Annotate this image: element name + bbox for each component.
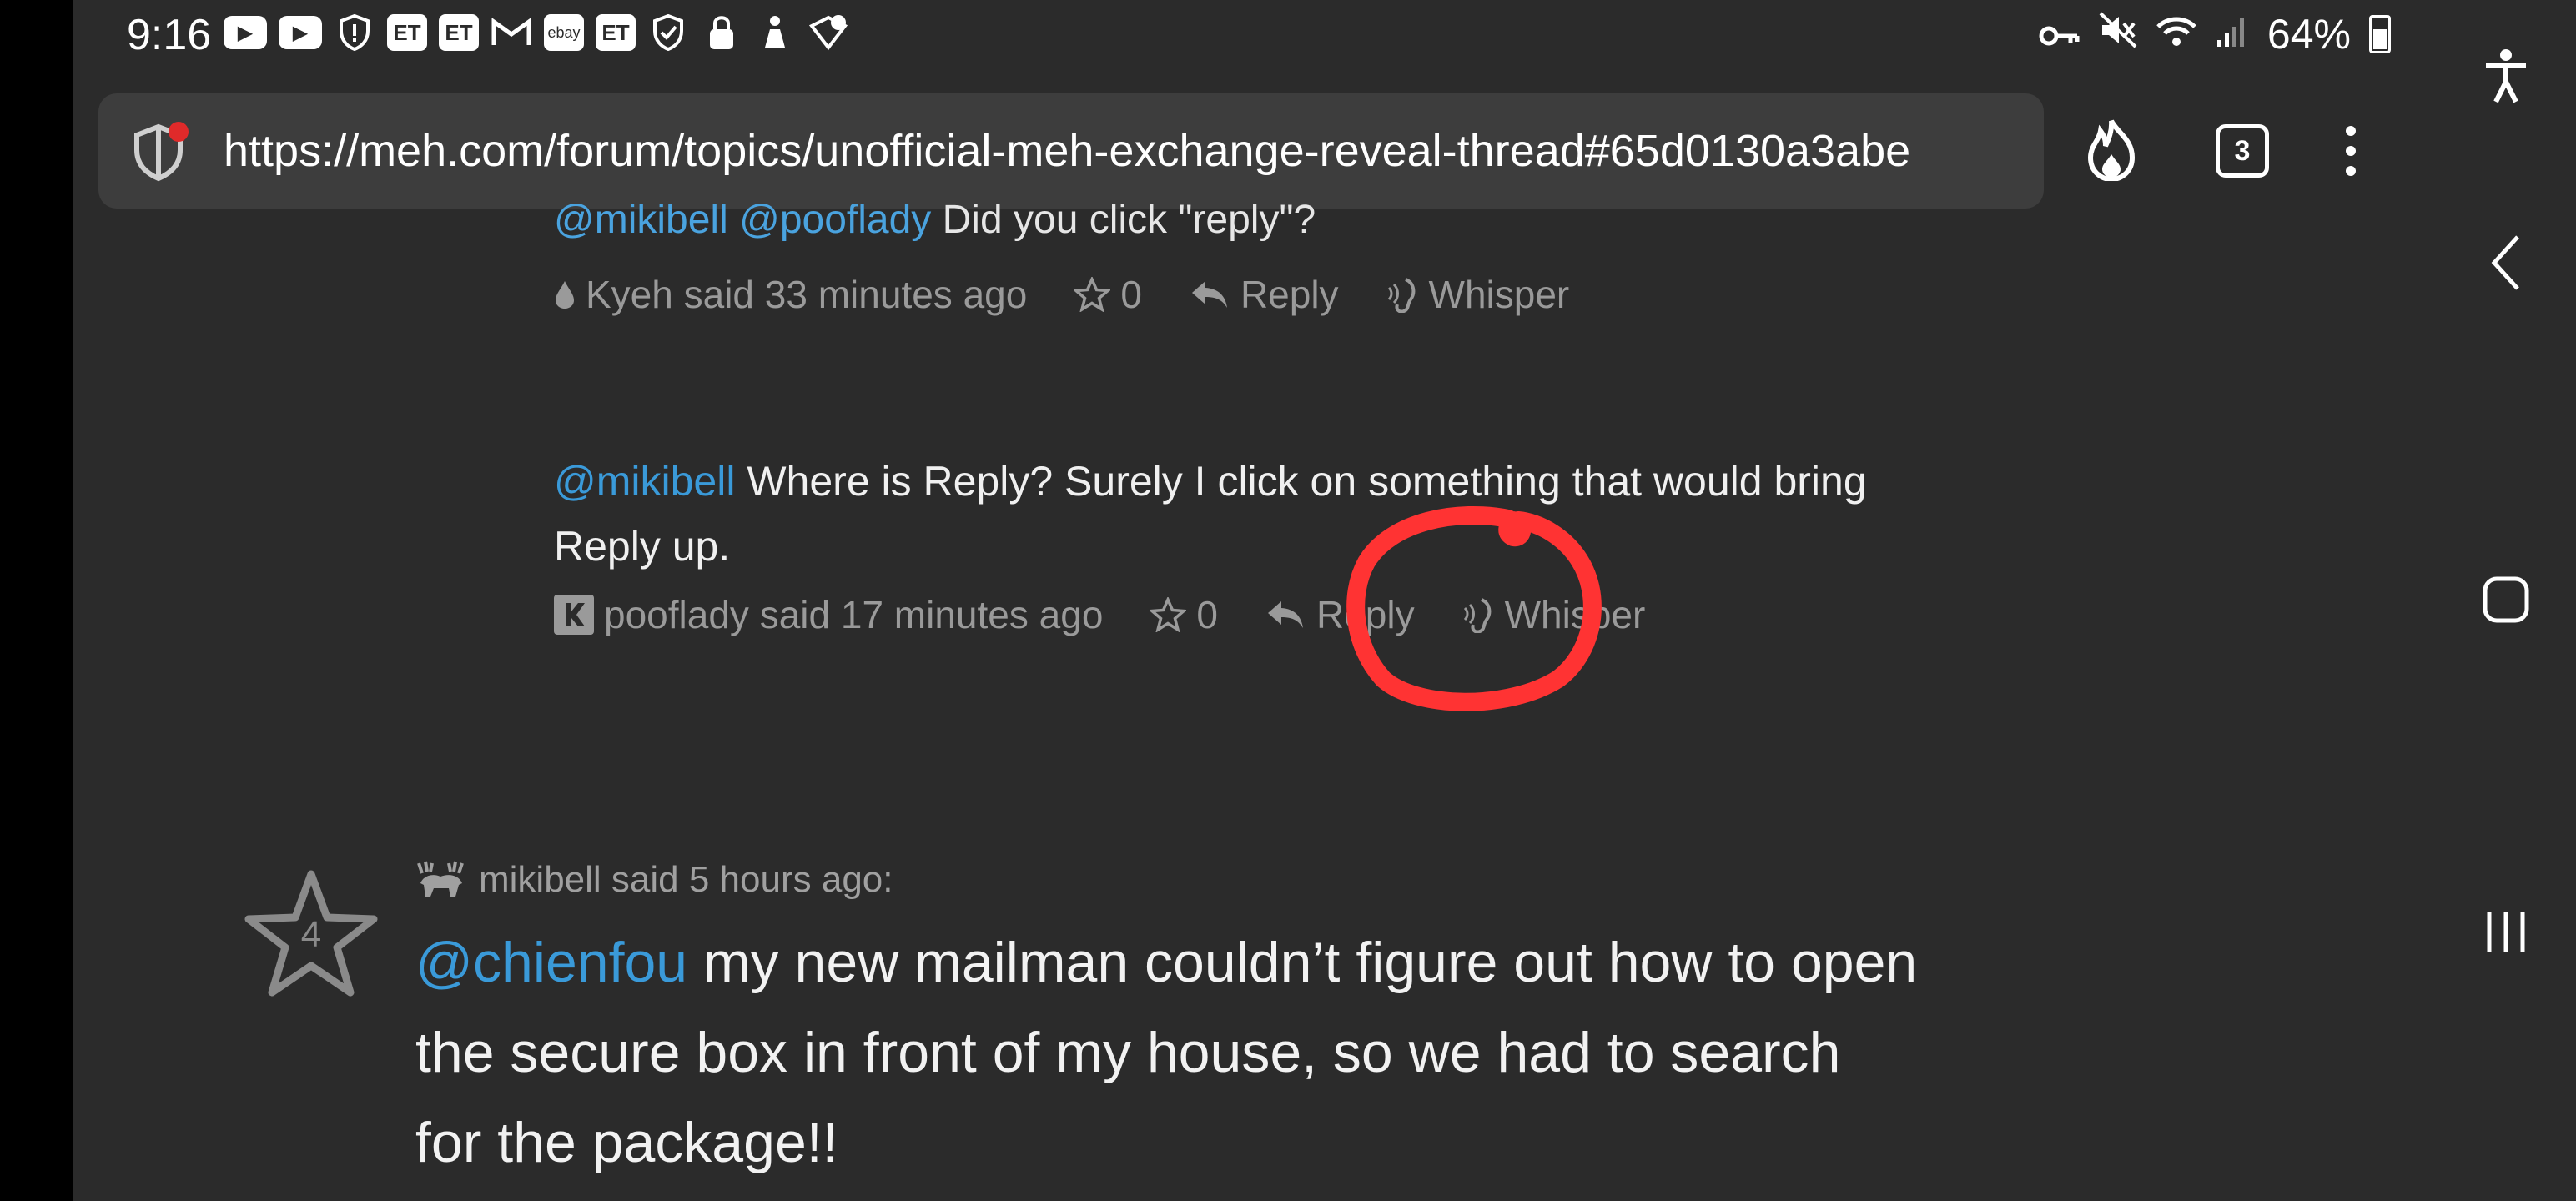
browser-toolbar: 3 bbox=[2084, 93, 2356, 209]
accessibility-icon[interactable] bbox=[2436, 48, 2576, 103]
battery-icon bbox=[2369, 15, 2391, 53]
mute-icon bbox=[2099, 10, 2137, 58]
signal-icon bbox=[2216, 10, 2249, 58]
whisper-icon bbox=[1387, 278, 1415, 313]
youtube-icon: ▶ bbox=[224, 16, 267, 49]
drop-icon bbox=[556, 281, 574, 309]
post-line-1: @chienfou my new mailman couldn’t figure… bbox=[415, 931, 1918, 994]
tab-count-button[interactable]: 3 bbox=[2216, 124, 2269, 178]
post-author[interactable]: mikibell said 5 hours ago: bbox=[479, 859, 893, 901]
partial-mentions[interactable]: @mikibell @pooflady bbox=[554, 198, 931, 242]
map-check-icon bbox=[808, 12, 849, 53]
reply-icon bbox=[1268, 601, 1303, 628]
partial-comment-line: @mikibell @pooflady Did you click "reply… bbox=[554, 197, 1316, 243]
moose-avatar-icon bbox=[417, 861, 464, 897]
star-button[interactable]: 0 bbox=[1150, 592, 1218, 637]
back-icon[interactable] bbox=[2436, 234, 2576, 292]
wifi-icon bbox=[2156, 10, 2197, 58]
flame-icon[interactable] bbox=[2084, 118, 2139, 185]
star-count: 4 bbox=[300, 914, 322, 955]
lock-icon bbox=[701, 12, 742, 53]
status-bar: 9:16 ▶ ▶ ET ET ebay ET 64% bbox=[73, 0, 2436, 73]
url-bar[interactable]: https://meh.com/forum/topics/unofficial-… bbox=[98, 93, 2044, 209]
comment-body: @mikibell Where is Reply? Surely I click… bbox=[554, 449, 2106, 579]
more-options-icon[interactable] bbox=[2346, 126, 2356, 176]
gmail-icon bbox=[491, 12, 532, 53]
whisper-button[interactable]: Whisper bbox=[1386, 272, 1569, 317]
post-meta: mikibell said 5 hours ago: bbox=[415, 859, 893, 901]
browser-screen: 9:16 ▶ ▶ ET ET ebay ET 64% https://meh.c… bbox=[73, 0, 2436, 1201]
shield-alert-icon bbox=[334, 12, 375, 53]
et-icon: ET bbox=[596, 14, 636, 51]
shield-check-icon bbox=[647, 12, 689, 53]
post-line-3: for the package!! bbox=[415, 1111, 838, 1174]
comment-line-2: Reply up. bbox=[554, 523, 731, 570]
et-icon: ET bbox=[439, 14, 479, 51]
battery-text: 64% bbox=[2267, 11, 2351, 58]
comment-line-1: @mikibell Where is Reply? Surely I click… bbox=[554, 458, 1867, 505]
star-icon bbox=[1074, 277, 1111, 312]
shield-icon[interactable] bbox=[130, 120, 192, 182]
home-icon[interactable] bbox=[2436, 575, 2576, 624]
post-body: @chienfou my new mailman couldn’t figure… bbox=[415, 917, 2251, 1188]
status-time: 9:16 bbox=[127, 11, 212, 59]
kickstarter-avatar-icon bbox=[554, 595, 594, 635]
youtube-icon: ▶ bbox=[279, 16, 322, 49]
vpn-key-icon bbox=[2039, 10, 2080, 58]
reply-icon bbox=[1191, 281, 1227, 308]
post-line-2: the secure box in front of my house, so … bbox=[415, 1021, 1841, 1084]
star-button[interactable]: 0 bbox=[1074, 272, 1142, 317]
comment-author[interactable]: Kyeh said 33 minutes ago bbox=[554, 272, 1027, 317]
person-icon bbox=[754, 12, 796, 53]
star-icon bbox=[1150, 597, 1187, 632]
reply-button[interactable]: Reply bbox=[1189, 272, 1339, 317]
red-annotation-circle bbox=[1346, 506, 1602, 711]
comment-meta: Kyeh said 33 minutes ago 0 Reply Whisper bbox=[554, 272, 1569, 317]
recent-apps-icon[interactable] bbox=[2436, 909, 2576, 956]
et-icon: ET bbox=[387, 14, 427, 51]
url-text[interactable]: https://meh.com/forum/topics/unofficial-… bbox=[224, 125, 1910, 177]
left-edge bbox=[0, 0, 73, 1201]
mention-link[interactable]: @mikibell bbox=[554, 458, 735, 505]
status-right: 64% bbox=[2039, 10, 2391, 58]
partial-comment-text: Did you click "reply"? bbox=[931, 198, 1316, 242]
comment-author[interactable]: pooflady said 17 minutes ago bbox=[554, 592, 1103, 637]
ebay-icon: ebay bbox=[544, 14, 584, 51]
mention-link[interactable]: @chienfou bbox=[415, 931, 687, 994]
system-nav-bar bbox=[2436, 0, 2576, 1201]
notification-icons: ▶ ▶ ET ET ebay ET bbox=[224, 12, 849, 53]
